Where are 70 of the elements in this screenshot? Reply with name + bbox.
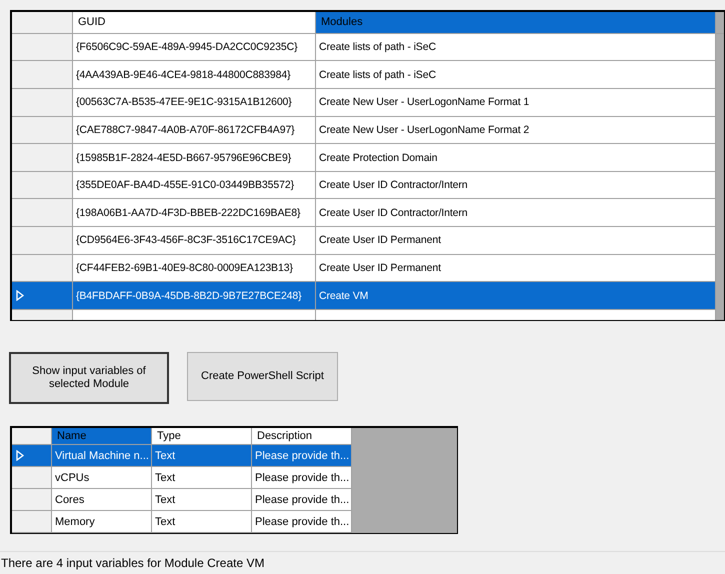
table-cell: Cores <box>52 489 152 511</box>
table-cell: Please provide th... <box>252 511 352 533</box>
table-cell: {CD9564E6-3F43-456F-8C3F-3516C17CE9AC} <box>73 227 316 255</box>
table-cell: Create User ID Permanent <box>316 227 716 255</box>
table-cell: Create Protection Domain <box>316 144 716 172</box>
table-row[interactable]: {00563C7A-B535-47EE-9E1C-9315A1B12600} Create New User - UserLogonName Format 1 <box>12 88 724 117</box>
table-cell: Please provide th... <box>252 467 352 489</box>
row-header[interactable] <box>12 254 73 282</box>
table-row[interactable]: {CAE788C7-9847-4A0B-A70F-86172CFB4A97} Create New User - UserLogonName Format 2 <box>12 116 724 144</box>
row-header[interactable] <box>12 144 73 172</box>
table-cell: {4AA439AB-9E46-4CE4-9818-44800C883984} <box>73 61 316 89</box>
column-header[interactable]: Type <box>152 428 252 445</box>
table-cell: Create VM <box>316 282 716 310</box>
table-row[interactable]: Cores Text Please provide th... <box>12 489 457 511</box>
table-cell: {00563C7A-B535-47EE-9E1C-9315A1B12600} <box>73 88 316 117</box>
table-cell: Text <box>152 489 252 511</box>
table-cell: {B4FBDAFF-0B9A-45DB-8B2D-9B7E27BCE248} <box>73 282 316 310</box>
table-cell: Text <box>152 511 252 533</box>
row-header[interactable] <box>12 511 52 533</box>
table-cell: {15985B1F-2824-4E5D-B667-95796E96CBE9} <box>73 144 316 172</box>
table-cell: Create New User - UserLogonName Format 1 <box>316 88 716 117</box>
status-bar: There are 4 input variables for Module Create VM <box>0 551 725 574</box>
row-pointer-icon <box>16 290 24 302</box>
table-cell: Create lists of path - iSeC <box>316 61 716 89</box>
table-cell: vCPUs <box>52 467 152 489</box>
row-header[interactable] <box>12 227 73 255</box>
table-cell: {198A06B1-AA7D-4F3D-BBEB-222DC169BAE8} <box>73 199 316 228</box>
table-cell: Please provide th... <box>252 489 352 511</box>
table-row[interactable]: {F6506C9C-59AE-489A-9945-DA2CC0C9235C} Create lists of path - iSeC <box>12 34 724 62</box>
row-pointer-icon <box>16 450 24 461</box>
row-header[interactable] <box>12 34 73 62</box>
row-header[interactable] <box>12 116 73 144</box>
table-cell: Memory <box>52 511 152 533</box>
table-cell: {F6506C9C-59AE-489A-9945-DA2CC0C9235C} <box>73 34 316 62</box>
table-row[interactable]: {198A06B1-AA7D-4F3D-BBEB-222DC169BAE8} Create User ID Contractor/Intern <box>12 199 724 228</box>
table-row[interactable]: {355DE0AF-BA4D-455E-91C0-03449BB35572} Create User ID Contractor/Intern <box>12 172 724 200</box>
table-cell: Create New User - UserLogonName Format 2 <box>316 116 716 144</box>
table-cell: Text <box>152 445 252 467</box>
table-row[interactable]: {CD9564E6-3F43-456F-8C3F-3516C17CE9AC} Create User ID Permanent <box>12 227 724 255</box>
table-row[interactable]: Virtual Machine n... Text Please provide th... <box>12 445 457 467</box>
column-header[interactable]: GUID <box>73 12 316 33</box>
table-row[interactable]: {15985B1F-2824-4E5D-B667-95796E96CBE9} Create Protection Domain <box>12 144 724 172</box>
row-header[interactable] <box>12 88 73 117</box>
row-header[interactable] <box>12 489 52 511</box>
column-header[interactable]: Name <box>52 428 152 445</box>
table-cell: Create lists of path - iSeC <box>316 34 716 62</box>
action-button[interactable]: Show input variables of selected Module <box>9 352 169 404</box>
row-header[interactable] <box>12 61 73 89</box>
column-header[interactable]: Modules <box>316 12 716 33</box>
table-row[interactable]: {4AA439AB-9E46-4CE4-9818-44800C883984} Create lists of path - iSeC <box>12 61 724 89</box>
table-cell: Please provide th... <box>252 445 352 467</box>
row-header[interactable] <box>12 467 52 489</box>
table-cell: {CAE788C7-9847-4A0B-A70F-86172CFB4A97} <box>73 116 316 144</box>
table-cell: Text <box>152 467 252 489</box>
action-button[interactable]: Create PowerShell Script <box>187 352 338 401</box>
row-header[interactable] <box>12 199 73 228</box>
new-row[interactable] <box>12 310 716 320</box>
table-cell: Create User ID Permanent <box>316 254 716 282</box>
row-header[interactable] <box>12 445 52 467</box>
table-row[interactable]: vCPUs Text Please provide th... <box>12 467 457 489</box>
row-header[interactable] <box>12 172 73 200</box>
table-cell: Create User ID Contractor/Intern <box>316 199 716 228</box>
column-header[interactable]: Description <box>252 428 352 445</box>
table-cell: Create User ID Contractor/Intern <box>316 172 716 200</box>
table-cell: Virtual Machine n... <box>52 445 152 467</box>
table-cell: {355DE0AF-BA4D-455E-91C0-03449BB35572} <box>73 172 316 200</box>
table-row[interactable]: {CF44FEB2-69B1-40E9-8C80-0009EA123B13} Create User ID Permanent <box>12 254 724 282</box>
table-row[interactable]: Memory Text Please provide th... <box>12 511 457 533</box>
table-cell: {CF44FEB2-69B1-40E9-8C80-0009EA123B13} <box>73 254 316 282</box>
table-row[interactable]: {B4FBDAFF-0B9A-45DB-8B2D-9B7E27BCE248} Create VM <box>12 282 724 310</box>
